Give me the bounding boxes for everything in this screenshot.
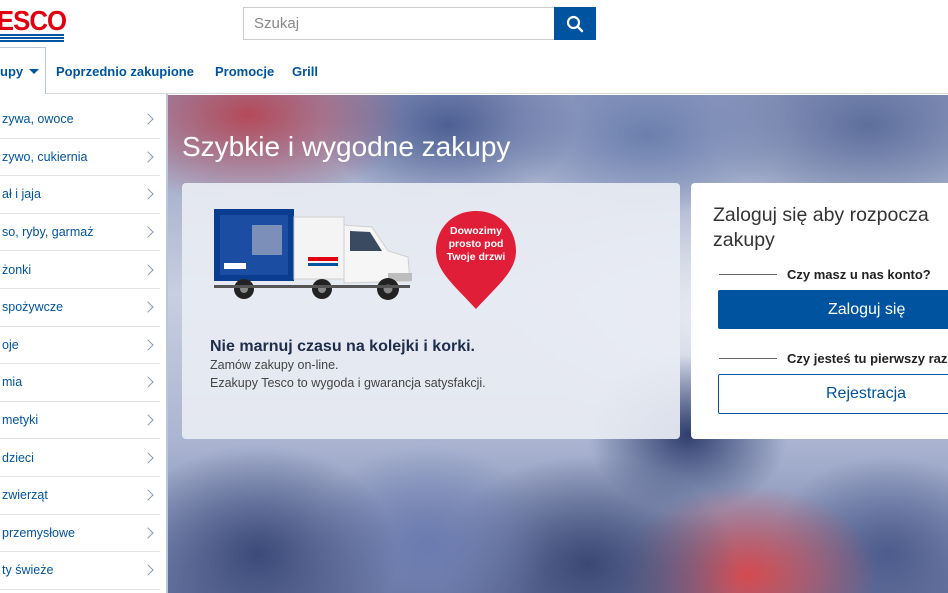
chevron-right-icon <box>142 414 154 426</box>
chevron-right-icon <box>142 188 154 201</box>
sidebar-item[interactable]: zywo, cukiernia <box>0 139 160 177</box>
hero-banner: Szybkie i wygodne zakupy Dowozimy prosto… <box>168 95 948 593</box>
sidebar-item[interactable]: ał i jaja <box>0 176 160 214</box>
pin-text-line: Twoje drzwi <box>446 251 506 263</box>
sidebar-item[interactable]: przemysłowe <box>0 515 160 553</box>
pin-text-line: Dowozimy <box>450 225 502 237</box>
sidebar-item-label: zywa, owoce <box>2 112 74 127</box>
hero-title: Szybkie i wygodne zakupy <box>182 131 511 162</box>
nav-promotions[interactable]: Promocje <box>215 64 274 79</box>
nav-previously-purchased[interactable]: Poprzednio zakupione <box>56 64 194 79</box>
logo-stripes <box>0 34 64 42</box>
search-button[interactable] <box>554 7 596 40</box>
chevron-right-icon <box>142 376 154 389</box>
chevron-right-icon <box>142 151 154 163</box>
pin-text-line: prosto pod <box>448 238 504 250</box>
nav-groceries-dropdown[interactable]: upy <box>0 47 46 95</box>
sidebar-item-label: spożywcze <box>2 300 64 315</box>
promo-heading: Nie marnuj czasu na kolejki i korki. <box>210 338 475 355</box>
account-question: Czy masz u nas konto? <box>787 266 931 282</box>
sidebar-item-label: metyki <box>2 413 39 428</box>
divider-line <box>719 273 777 275</box>
sidebar-item-label: przemysłowe <box>2 525 75 540</box>
first-time-question: Czy jesteś tu pierwszy raz <box>787 350 948 366</box>
chevron-right-icon <box>142 301 154 313</box>
sidebar-item-label: ty świeże <box>2 563 54 578</box>
pin-text: Dowozimy prosto pod Twoje drzwi <box>434 225 518 264</box>
sidebar-item-label: żonki <box>2 262 32 277</box>
sidebar-item[interactable]: metyki <box>0 402 160 440</box>
nav-grill[interactable]: Grill <box>292 64 318 79</box>
sidebar-item-label: zywo, cukiernia <box>2 149 88 164</box>
chevron-right-icon <box>142 226 154 238</box>
sidebar-item[interactable]: żonki <box>0 251 160 289</box>
sidebar-item-label: mia <box>2 375 23 390</box>
tesco-logo[interactable]: TESCO <box>0 5 72 42</box>
category-sidebar: zywa, owoce zywo, cukiernia ał i jaja so… <box>0 94 168 593</box>
search-bar <box>243 7 596 40</box>
login-card: Zaloguj się aby rozpocza zakupy Czy masz… <box>691 183 948 439</box>
promo-card: Dowozimy prosto pod Twoje drzwi Nie marn… <box>182 183 680 439</box>
delivery-truck-illustration <box>214 209 412 300</box>
sidebar-item-label: ał i jaja <box>2 187 41 202</box>
sidebar-item[interactable]: spożywcze <box>0 289 160 327</box>
sidebar-item-label: dzieci <box>2 450 34 465</box>
search-icon <box>566 15 584 32</box>
chevron-right-icon <box>142 113 154 125</box>
sidebar-item[interactable]: zywa, owoce <box>0 101 160 139</box>
caret-down-icon <box>29 69 40 74</box>
sidebar-item[interactable]: oje <box>0 327 160 365</box>
account-divider: Czy masz u nas konto? <box>719 266 948 282</box>
first-time-divider: Czy jesteś tu pierwszy raz <box>719 350 948 366</box>
chevron-right-icon <box>142 339 154 351</box>
promo-text: Ezakupy Tesco to wygoda i gwarancja saty… <box>210 376 486 390</box>
login-title: Zaloguj się aby rozpocza zakupy <box>713 204 929 251</box>
promo-text: Zamów zakupy on-line. <box>210 358 339 372</box>
chevron-right-icon <box>142 452 154 464</box>
sidebar-item[interactable]: zwierząt <box>0 477 160 515</box>
sidebar-item[interactable]: mia <box>0 364 160 402</box>
divider-line <box>719 357 777 359</box>
sidebar-item-label: so, ryby, garmaż <box>2 225 94 240</box>
login-button[interactable]: Zaloguj się <box>718 290 948 329</box>
sidebar-item-label: oje <box>2 337 19 352</box>
chevron-right-icon <box>142 564 154 577</box>
header: TESCO <box>0 0 948 47</box>
main-nav: upy Poprzednio zakupione Promocje Grill <box>0 47 948 95</box>
logo-text: TESCO <box>0 5 67 36</box>
chevron-right-icon <box>142 527 154 539</box>
nav-groceries-label: upy <box>0 64 24 79</box>
chevron-right-icon <box>142 489 154 501</box>
search-input[interactable] <box>243 7 555 40</box>
register-button[interactable]: Rejestracja <box>718 374 948 414</box>
sidebar-item[interactable]: ty świeże <box>0 552 160 590</box>
sidebar-item-label: zwierząt <box>2 488 48 503</box>
sidebar-item[interactable]: so, ryby, garmaż <box>0 214 160 252</box>
sidebar-item[interactable]: dzieci <box>0 439 160 477</box>
chevron-right-icon <box>142 264 154 276</box>
